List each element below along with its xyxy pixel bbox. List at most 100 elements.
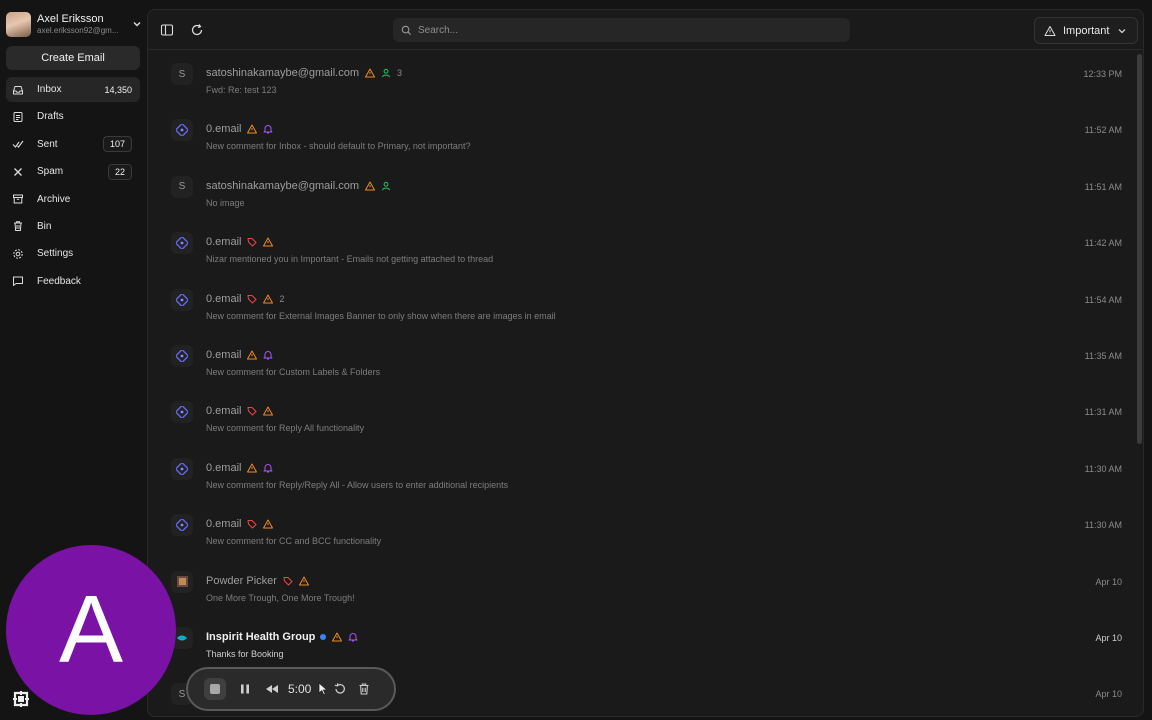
search-icon [401, 25, 412, 35]
sender-label: Powder Picker [206, 574, 277, 587]
search-bar[interactable] [393, 18, 850, 42]
email-row[interactable]: 0.email New comment for Reply All functio… [148, 389, 1134, 445]
pause-icon[interactable] [238, 682, 252, 696]
alert-triangle-icon [247, 463, 258, 473]
sender-avatar [171, 232, 193, 255]
email-subject: New comment for CC and BCC functionality [206, 536, 382, 547]
rewind-icon[interactable] [264, 682, 280, 696]
inbox-count-badge: 14,350 [104, 84, 132, 95]
scrollbar[interactable] [1137, 54, 1142, 444]
email-subject: New comment for Reply/Reply All - Allow … [206, 479, 509, 490]
sidebar-item-label: Inbox [37, 84, 62, 95]
sender-avatar [171, 401, 193, 424]
sidebar-item-inbox[interactable]: Inbox 14,350 [6, 77, 140, 102]
search-input[interactable] [418, 24, 818, 36]
email-row[interactable]: 0.email New comment for Custom Labels & F… [148, 333, 1134, 389]
drafts-icon [13, 111, 23, 122]
zero-email-logo-icon [176, 124, 188, 137]
email-row[interactable]: Inspirit Health Group Thanks for Booking A… [148, 615, 1134, 671]
email-row[interactable]: Ssatoshinakamaybe@gmail.com No image 11:51… [148, 164, 1134, 220]
sidebar-item-bin[interactable]: Bin [6, 214, 140, 239]
account-text: Axel Eriksson axel.eriksson92@gm... [37, 14, 130, 35]
message-icon [13, 276, 23, 287]
sender-avatar [171, 457, 193, 480]
toolbar: Important [148, 10, 1143, 50]
sidebar-item-settings[interactable]: Settings [6, 241, 140, 266]
sender-label: satoshinakamaybe@gmail.com [206, 67, 360, 79]
email-time: 11:52 AM [1084, 125, 1122, 136]
tag-icon [247, 520, 257, 529]
sender-logo-icon [176, 576, 188, 588]
recording-time: 5:00 [288, 682, 312, 696]
sent-count-badge: 107 [102, 136, 132, 153]
sender-name: 0.email 2 [206, 293, 284, 305]
sender-avatar [171, 514, 193, 537]
cursor-icon [318, 682, 329, 696]
inbox-icon [13, 85, 23, 94]
filter-label: Important [1063, 24, 1110, 37]
email-subject: New comment for Custom Labels & Folders [206, 367, 381, 377]
sender-avatar [171, 570, 193, 593]
sender-label: 0.email [206, 461, 242, 474]
create-email-button[interactable]: Create Email [6, 46, 140, 70]
email-time: 11:30 AM [1084, 520, 1122, 531]
sidebar-item-label: Bin [37, 220, 52, 232]
zero-email-logo-icon [176, 406, 188, 419]
email-row[interactable]: 0.email New comment for CC and BCC functi… [148, 502, 1134, 558]
tag-icon [247, 407, 257, 416]
sender-name: 0.email [206, 405, 274, 417]
email-row[interactable]: 0.email New comment for Reply/Reply All -… [148, 446, 1134, 502]
sidebar-item-drafts[interactable]: Drafts [6, 104, 140, 129]
sender-name: 0.email [206, 236, 274, 249]
email-time: Apr 10 [1095, 689, 1122, 700]
sender-avatar [171, 288, 193, 311]
check-icon [12, 140, 24, 149]
important-filter-dropdown[interactable]: Important [1034, 17, 1138, 44]
email-row[interactable]: Powder Picker One More Trough, One More T… [148, 559, 1134, 615]
email-subject: New comment for Inbox - should default t… [206, 141, 471, 152]
thread-count: 3 [397, 68, 403, 78]
user-avatar-large: A [6, 545, 176, 715]
sidebar-item-archive[interactable]: Archive [6, 187, 140, 212]
sender-avatar [171, 345, 193, 367]
zero-email-logo-icon [176, 350, 188, 362]
email-time: 11:51 AM [1084, 181, 1122, 192]
alert-triangle-icon [332, 632, 343, 642]
sender-label: 0.email [206, 518, 242, 531]
alert-triangle-icon [365, 68, 376, 78]
tag-icon [247, 238, 257, 247]
app-logo-icon [13, 691, 29, 707]
refresh-icon[interactable] [190, 23, 204, 37]
archive-icon [13, 194, 23, 204]
thread-count: 2 [279, 293, 285, 304]
sidebar-item-sent[interactable]: Sent 107 [6, 132, 140, 157]
sidebar-item-spam[interactable]: Spam 22 [6, 159, 140, 184]
trash-icon[interactable] [357, 682, 371, 696]
email-time: 12:33 PM [1083, 69, 1122, 79]
sender-name: satoshinakamaybe@gmail.com [206, 180, 391, 192]
sidebar-item-label: Drafts [37, 111, 64, 123]
sender-label: Inspirit Health Group [206, 631, 316, 643]
sender-label: 0.email [206, 236, 242, 249]
restart-icon[interactable] [333, 682, 347, 696]
alert-triangle-icon [365, 181, 376, 191]
email-row[interactable]: 0.email 2 New comment for External Images … [148, 277, 1134, 333]
sidebar-toggle-icon[interactable] [160, 23, 174, 37]
sender-avatar: S [171, 175, 193, 198]
sender-label: satoshinakamaybe@gmail.com [206, 179, 360, 192]
email-row[interactable]: Ssatoshinakamaybe@gmail.com 3 Fwd: Re: tes… [148, 51, 1134, 107]
sidebar-item-label: Spam [37, 166, 64, 178]
sender-name: Inspirit Health Group [206, 631, 358, 643]
account-switcher[interactable]: Axel Eriksson axel.eriksson92@gm... [6, 10, 142, 38]
bell-icon [348, 633, 358, 642]
email-time: 11:35 AM [1084, 351, 1122, 361]
user-icon [382, 68, 391, 78]
sidebar-item-feedback[interactable]: Feedback [6, 269, 140, 294]
unread-dot [320, 634, 327, 640]
stop-recording-button[interactable] [204, 678, 226, 700]
sender-name: 0.email [206, 462, 273, 474]
chevron-down-icon [1119, 28, 1126, 33]
email-row[interactable]: 0.email New comment for Inbox - should de… [148, 107, 1134, 163]
email-row[interactable]: 0.email Nizar mentioned you in Important … [148, 220, 1134, 276]
alert-triangle-icon [263, 406, 274, 416]
